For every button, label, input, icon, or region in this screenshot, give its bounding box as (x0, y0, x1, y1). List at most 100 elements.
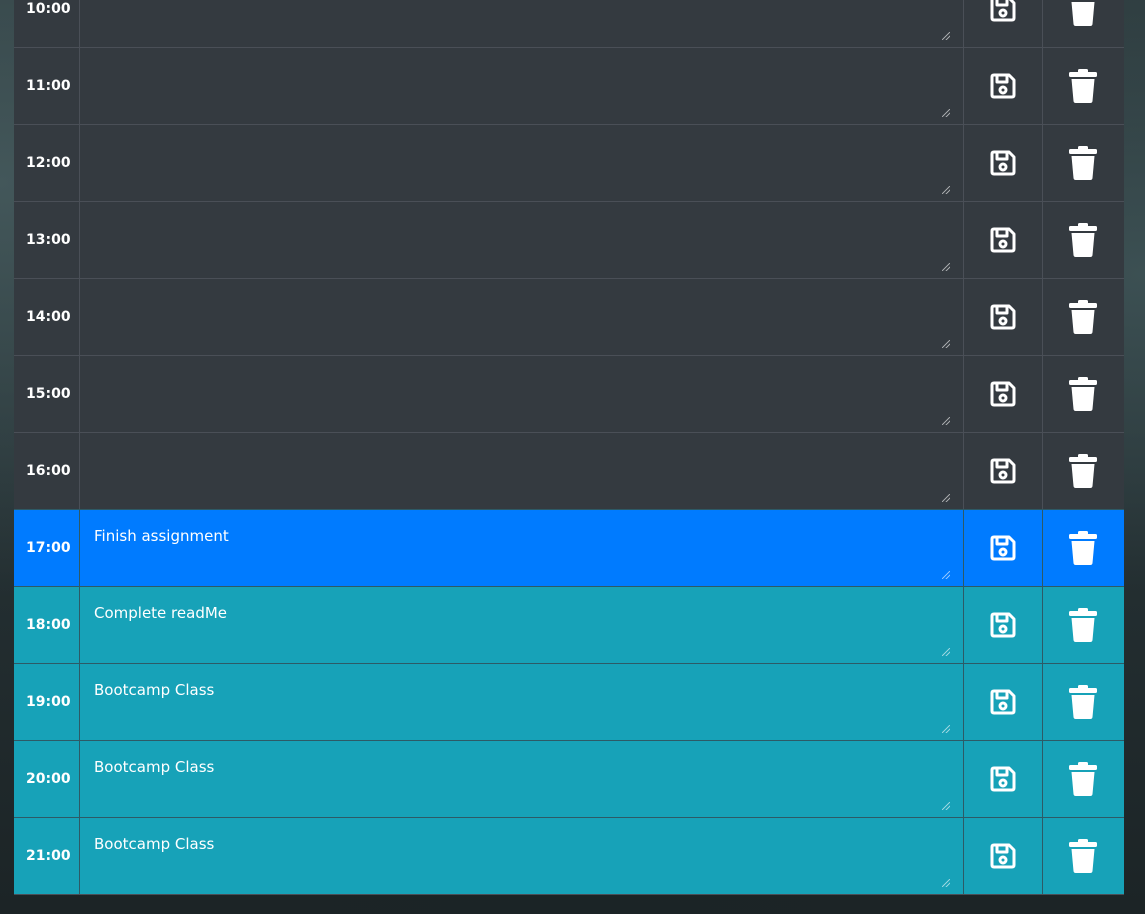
floppy-disk-icon (988, 533, 1018, 563)
save-button[interactable] (964, 587, 1043, 663)
trash-icon (1068, 531, 1098, 565)
hour-label: 16:00 (14, 433, 80, 509)
resize-handle[interactable] (942, 802, 950, 810)
floppy-disk-icon (988, 379, 1018, 409)
event-description-input[interactable] (80, 356, 963, 432)
time-block-row: 13:00 (14, 201, 1124, 278)
trash-icon (1068, 223, 1098, 257)
delete-button[interactable] (1043, 279, 1122, 355)
hour-label: 20:00 (14, 741, 80, 817)
time-block-row: 16:00 (14, 432, 1124, 509)
resize-handle[interactable] (942, 494, 950, 502)
event-description-cell (80, 202, 964, 278)
event-description-input[interactable] (80, 279, 963, 355)
hour-label: 14:00 (14, 279, 80, 355)
event-description-cell (80, 0, 964, 47)
resize-handle[interactable] (942, 648, 950, 656)
event-description-cell (80, 433, 964, 509)
delete-button[interactable] (1043, 356, 1122, 432)
resize-handle[interactable] (942, 879, 950, 887)
event-description-cell: Bootcamp Class (80, 818, 964, 894)
trash-icon (1068, 0, 1098, 26)
trash-icon (1068, 762, 1098, 796)
event-description-input[interactable] (80, 48, 963, 124)
floppy-disk-icon (988, 841, 1018, 871)
time-block-row: 18:00 Complete readMe (14, 586, 1124, 663)
save-button[interactable] (964, 664, 1043, 740)
time-block-row: 15:00 (14, 355, 1124, 432)
delete-button[interactable] (1043, 433, 1122, 509)
floppy-disk-icon (988, 71, 1018, 101)
time-block-row: 20:00 Bootcamp Class (14, 740, 1124, 817)
resize-handle[interactable] (942, 263, 950, 271)
delete-button[interactable] (1043, 0, 1122, 47)
floppy-disk-icon (988, 456, 1018, 486)
event-description-cell (80, 279, 964, 355)
save-button[interactable] (964, 433, 1043, 509)
delete-button[interactable] (1043, 664, 1122, 740)
event-description-input[interactable]: Bootcamp Class (80, 664, 963, 740)
event-description-input[interactable] (80, 0, 963, 47)
event-description-input[interactable] (80, 433, 963, 509)
delete-button[interactable] (1043, 48, 1122, 124)
event-description-cell: Bootcamp Class (80, 664, 964, 740)
floppy-disk-icon (988, 225, 1018, 255)
save-button[interactable] (964, 510, 1043, 586)
hour-label: 19:00 (14, 664, 80, 740)
trash-icon (1068, 685, 1098, 719)
event-description-input[interactable]: Finish assignment (80, 510, 963, 586)
delete-button[interactable] (1043, 202, 1122, 278)
save-button[interactable] (964, 356, 1043, 432)
save-button[interactable] (964, 202, 1043, 278)
event-description-input[interactable]: Bootcamp Class (80, 741, 963, 817)
resize-handle[interactable] (942, 340, 950, 348)
event-description-cell (80, 356, 964, 432)
resize-handle[interactable] (942, 186, 950, 194)
hour-label: 17:00 (14, 510, 80, 586)
planner-container: 10:00 11:00 12:00 13:00 14:00 15:00 16:00 17:00… (14, 0, 1124, 895)
event-description-input[interactable]: Bootcamp Class (80, 818, 963, 894)
save-button[interactable] (964, 48, 1043, 124)
resize-handle[interactable] (942, 32, 950, 40)
event-description-input[interactable] (80, 125, 963, 201)
floppy-disk-icon (988, 148, 1018, 178)
event-description-cell: Bootcamp Class (80, 741, 964, 817)
delete-button[interactable] (1043, 741, 1122, 817)
event-description-cell (80, 48, 964, 124)
time-block-row: 21:00 Bootcamp Class (14, 817, 1124, 895)
save-button[interactable] (964, 741, 1043, 817)
floppy-disk-icon (988, 0, 1018, 24)
event-description-cell: Complete readMe (80, 587, 964, 663)
hour-label: 10:00 (14, 0, 80, 47)
trash-icon (1068, 377, 1098, 411)
hour-label: 12:00 (14, 125, 80, 201)
resize-handle[interactable] (942, 571, 950, 579)
save-button[interactable] (964, 279, 1043, 355)
delete-button[interactable] (1043, 818, 1122, 894)
trash-icon (1068, 300, 1098, 334)
time-block-row: 14:00 (14, 278, 1124, 355)
hour-label: 11:00 (14, 48, 80, 124)
delete-button[interactable] (1043, 125, 1122, 201)
trash-icon (1068, 608, 1098, 642)
resize-handle[interactable] (942, 109, 950, 117)
hour-label: 15:00 (14, 356, 80, 432)
save-button[interactable] (964, 818, 1043, 894)
time-block-row: 17:00 Finish assignment (14, 509, 1124, 586)
save-button[interactable] (964, 0, 1043, 47)
time-block-row: 11:00 (14, 47, 1124, 124)
event-description-input[interactable]: Complete readMe (80, 587, 963, 663)
resize-handle[interactable] (942, 417, 950, 425)
hour-label: 21:00 (14, 818, 80, 894)
trash-icon (1068, 454, 1098, 488)
floppy-disk-icon (988, 610, 1018, 640)
resize-handle[interactable] (942, 725, 950, 733)
delete-button[interactable] (1043, 510, 1122, 586)
event-description-cell: Finish assignment (80, 510, 964, 586)
delete-button[interactable] (1043, 587, 1122, 663)
time-block-row: 19:00 Bootcamp Class (14, 663, 1124, 740)
event-description-input[interactable] (80, 202, 963, 278)
time-block-row: 10:00 (14, 0, 1124, 47)
save-button[interactable] (964, 125, 1043, 201)
time-block-row: 12:00 (14, 124, 1124, 201)
